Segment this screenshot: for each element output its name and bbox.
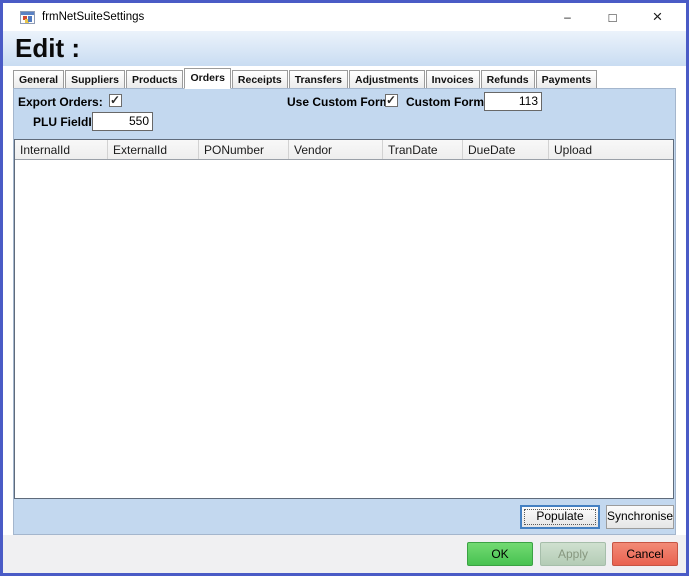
grid-column-header[interactable]: ExternalId <box>108 140 199 159</box>
caption-buttons: – □ × <box>545 3 680 31</box>
window-title: frmNetSuiteSettings <box>42 11 144 23</box>
grid-column-header[interactable]: Vendor <box>289 140 383 159</box>
grid-column-header[interactable]: PONumber <box>199 140 289 159</box>
winforms-app-icon <box>20 11 35 24</box>
orders-grid: InternalId ExternalId PONumber Vendor Tr… <box>14 139 674 499</box>
edit-header: Edit : <box>3 31 686 66</box>
custom-formid-input[interactable]: 113 <box>484 92 542 111</box>
use-custom-form-label: Use Custom Form: <box>287 95 394 109</box>
plu-fieldid-input[interactable]: 550 <box>92 112 153 131</box>
page-title: Edit : <box>15 33 80 64</box>
minimize-icon[interactable]: – <box>545 3 590 31</box>
maximize-icon[interactable]: □ <box>590 3 635 31</box>
orders-grid-body <box>15 160 673 498</box>
tab-item[interactable]: Invoices <box>426 70 480 88</box>
grid-column-header[interactable]: DueDate <box>463 140 549 159</box>
export-orders-checkbox[interactable] <box>109 94 122 107</box>
tab-item[interactable]: Adjustments <box>349 70 425 88</box>
apply-button: Apply <box>540 542 606 566</box>
grid-column-header[interactable]: Upload <box>549 140 673 159</box>
tab-item[interactable]: Receipts <box>232 70 288 88</box>
use-custom-form-checkbox[interactable] <box>385 94 398 107</box>
tab-strip: General Suppliers Products Orders Receip… <box>3 66 686 88</box>
app-window: frmNetSuiteSettings – □ × Edit : General… <box>0 0 689 576</box>
cancel-button[interactable]: Cancel <box>612 542 678 566</box>
title-bar: frmNetSuiteSettings – □ × <box>3 3 686 31</box>
synchronise-button[interactable]: Synchronise <box>606 505 674 529</box>
export-orders-label: Export Orders: <box>18 95 103 109</box>
tab-item[interactable]: Transfers <box>289 70 348 88</box>
footer-bar: OK Apply Cancel <box>3 535 686 573</box>
grid-column-header[interactable]: TranDate <box>383 140 463 159</box>
tab-item[interactable]: Suppliers <box>65 70 125 88</box>
tab-item[interactable]: Products <box>126 70 184 88</box>
tab-item[interactable]: General <box>13 70 64 88</box>
close-icon[interactable]: × <box>635 3 680 31</box>
tab-item[interactable]: Refunds <box>481 70 535 88</box>
tab-item[interactable]: Payments <box>536 70 598 88</box>
orders-grid-header: InternalId ExternalId PONumber Vendor Tr… <box>15 140 673 160</box>
ok-button[interactable]: OK <box>467 542 533 566</box>
tab-page-orders: Export Orders: Use Custom Form: Custom F… <box>13 88 676 535</box>
populate-button[interactable]: Populate <box>520 505 600 529</box>
grid-column-header[interactable]: InternalId <box>15 140 108 159</box>
tab-item[interactable]: Orders <box>184 68 230 89</box>
